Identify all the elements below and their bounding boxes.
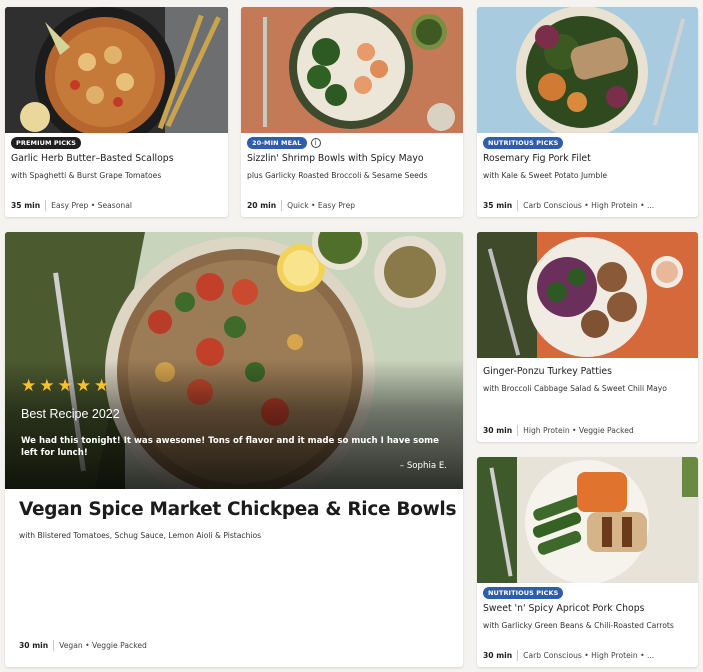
- recipe-photo: [477, 7, 698, 133]
- prep-time: 20 min: [247, 201, 277, 210]
- recipe-tags: Easy Prep • Seasonal: [51, 201, 132, 210]
- recipe-tags: High Protein • Veggie Packed: [523, 426, 634, 435]
- meta-divider: [45, 200, 47, 211]
- prep-time: 30 min: [19, 641, 49, 650]
- prep-time: 35 min: [11, 201, 41, 210]
- recipe-title[interactable]: Sweet 'n' Spicy Apricot Pork Chops: [483, 603, 698, 615]
- recipe-card-pork-filet[interactable]: NUTRITIOUS PICKS Rosemary Fig Pork Filet…: [477, 7, 698, 217]
- 20-min-meal-badge: 20-MIN MEAL: [247, 137, 307, 149]
- prep-time: 30 min: [483, 651, 513, 660]
- meta-divider: [517, 200, 519, 211]
- recipe-photo: [477, 232, 698, 358]
- nutritious-picks-badge: NUTRITIOUS PICKS: [483, 137, 564, 149]
- recipe-card-shrimp-bowls[interactable]: 20-MIN MEAL i Sizzlin' Shrimp Bowls with…: [241, 7, 463, 217]
- recipe-card-turkey-patties[interactable]: Ginger-Ponzu Turkey Patties with Broccol…: [477, 232, 698, 442]
- recipe-card-apricot-pork-chops[interactable]: NUTRITIOUS PICKS Sweet 'n' Spicy Apricot…: [477, 457, 698, 667]
- recipe-photo: [5, 7, 228, 133]
- rating-stars: ★ ★ ★ ★ ★: [21, 378, 109, 395]
- recipe-meta: 30 min Vegan • Veggie Packed: [19, 640, 147, 651]
- recipe-photo: [241, 7, 463, 133]
- review-author: – Sophia E.: [399, 461, 447, 471]
- premium-picks-badge: PREMIUM PICKS: [11, 137, 82, 149]
- featured-recipe-subtitle: with Blistered Tomatoes, Schug Sauce, Le…: [19, 531, 262, 540]
- recipe-subtitle: plus Garlicky Roasted Broccoli & Sesame …: [247, 171, 428, 180]
- star-icon: ★: [57, 376, 73, 396]
- featured-recipe-title[interactable]: Vegan Spice Market Chickpea & Rice Bowls: [19, 499, 463, 520]
- recipe-tags: Quick • Easy Prep: [287, 201, 356, 210]
- nutritious-picks-badge: NUTRITIOUS PICKS: [483, 587, 564, 599]
- recipe-meta: 30 min Carb Conscious • High Protein • .…: [483, 650, 654, 661]
- star-icon: ★: [39, 376, 55, 396]
- recipe-title[interactable]: Garlic Herb Butter–Basted Scallops: [11, 153, 228, 165]
- meta-divider: [517, 650, 519, 661]
- recipe-subtitle: with Garlicky Green Beans & Chili-Roaste…: [483, 621, 674, 630]
- star-icon: ★: [94, 376, 110, 396]
- prep-time: 35 min: [483, 201, 513, 210]
- featured-recipe-photo: ★ ★ ★ ★ ★ Best Recipe 2022 We had this t…: [5, 232, 463, 489]
- award-label: Best Recipe 2022: [21, 407, 120, 421]
- featured-recipe-card[interactable]: ★ ★ ★ ★ ★ Best Recipe 2022 We had this t…: [5, 232, 463, 667]
- recipe-subtitle: with Broccoli Cabbage Salad & Sweet Chil…: [483, 384, 667, 393]
- recipe-title[interactable]: Rosemary Fig Pork Filet: [483, 153, 698, 165]
- recipe-meta: 35 min Easy Prep • Seasonal: [11, 200, 132, 211]
- recipe-meta: 35 min Carb Conscious • High Protein • .…: [483, 200, 654, 211]
- recipe-tags: Carb Conscious • High Protein • ...: [523, 201, 655, 210]
- info-icon[interactable]: i: [310, 138, 321, 148]
- meta-divider: [281, 200, 283, 211]
- recipe-meta: 30 min High Protein • Veggie Packed: [483, 425, 634, 436]
- review-quote: We had this tonight! It was awesome! Ton…: [21, 436, 439, 458]
- star-icon: ★: [75, 376, 91, 396]
- recipe-title[interactable]: Sizzlin' Shrimp Bowls with Spicy Mayo: [247, 153, 463, 165]
- meta-divider: [517, 425, 519, 436]
- recipe-subtitle: with Spaghetti & Burst Grape Tomatoes: [11, 171, 162, 180]
- recipe-meta: 20 min Quick • Easy Prep: [247, 200, 355, 211]
- recipe-tags: Vegan • Veggie Packed: [59, 641, 147, 650]
- recipe-subtitle: with Kale & Sweet Potato Jumble: [483, 171, 607, 180]
- recipe-card-scallops[interactable]: PREMIUM PICKS Garlic Herb Butter–Basted …: [5, 7, 228, 217]
- recipe-title[interactable]: Ginger-Ponzu Turkey Patties: [483, 366, 698, 378]
- recipe-tags: Carb Conscious • High Protein • ...: [523, 651, 655, 660]
- prep-time: 30 min: [483, 426, 513, 435]
- star-icon: ★: [21, 376, 37, 396]
- recipe-photo: [477, 457, 698, 583]
- meta-divider: [53, 640, 55, 651]
